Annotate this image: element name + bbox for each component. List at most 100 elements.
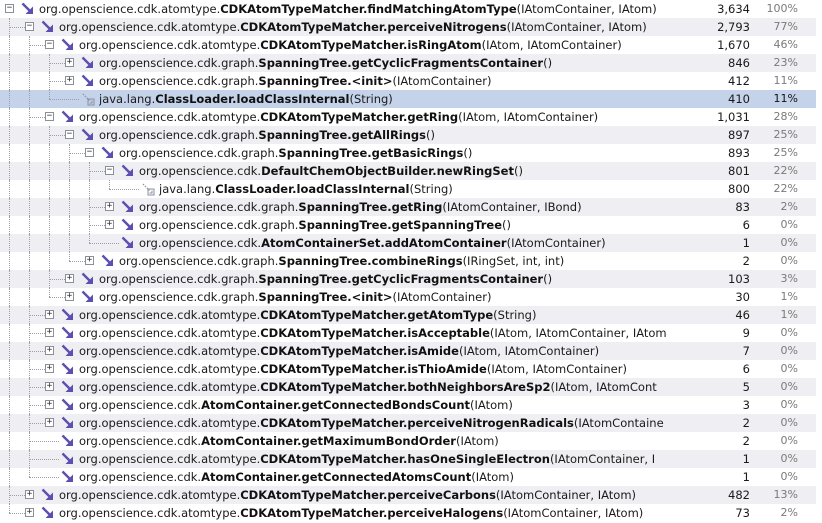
collapse-toggle[interactable]: − <box>65 130 74 139</box>
expand-toggle[interactable]: + <box>65 58 74 67</box>
collapse-toggle[interactable]: − <box>25 22 34 31</box>
tree-row[interactable]: org.openscience.cdk.AtomContainer.getMax… <box>0 432 822 450</box>
tree-row[interactable]: − org.openscience.cdk.graph.SpanningTree.… <box>0 126 822 144</box>
call-arrow-icon <box>61 344 75 358</box>
method-signature: (IAtom) <box>470 398 513 412</box>
tree-row[interactable]: − org.openscience.cdk.atomtype.CDKAtomTyp… <box>0 0 822 18</box>
package-name: org.openscience.cdk.atomtype. <box>79 326 261 340</box>
tree-guide-line <box>29 198 30 216</box>
tree-row[interactable]: + org.openscience.cdk.atomtype.CDKAtomTyp… <box>0 378 822 396</box>
tree-guide-line <box>29 315 45 316</box>
method-name: SpanningTree.<init> <box>258 74 393 88</box>
call-arrow-icon <box>41 506 55 520</box>
tree-row[interactable]: + org.openscience.cdk.AtomContainer.getCo… <box>0 396 822 414</box>
tree-guide-line <box>49 81 65 82</box>
expand-toggle[interactable]: + <box>25 508 34 517</box>
expand-toggle[interactable]: + <box>45 346 54 355</box>
package-name: org.openscience.cdk.atomtype. <box>59 488 241 502</box>
tree-row[interactable]: org.openscience.cdk.atomtype.CDKAtomType… <box>0 450 822 468</box>
method-name: SpanningTree.getBasicRings <box>278 146 464 160</box>
tree-row[interactable]: org.openscience.cdk.AtomContainer.getCon… <box>0 468 822 486</box>
expand-toggle[interactable]: + <box>65 76 74 85</box>
tree-row[interactable]: − org.openscience.cdk.DefaultChemObjectBu… <box>0 162 822 180</box>
method-name: CDKAtomTypeMatcher.perceiveHalogens <box>240 506 504 520</box>
tree-guide-line <box>9 513 25 514</box>
method-label: java.lang.ClassLoader.loadClassInternal(… <box>99 90 680 108</box>
tree-row[interactable]: + org.openscience.cdk.graph.SpanningTree.… <box>0 270 822 288</box>
tree-row[interactable]: + org.openscience.cdk.graph.SpanningTree.… <box>0 72 822 90</box>
expand-toggle[interactable]: + <box>45 418 54 427</box>
collapse-toggle[interactable]: − <box>45 40 54 49</box>
tree-guide-line <box>9 270 10 288</box>
tree-guide-line <box>9 306 10 324</box>
percentage: 3% <box>780 272 798 285</box>
tree-guide-line <box>9 126 10 144</box>
method-signature: () <box>513 164 523 178</box>
invocation-count: 7 <box>742 344 750 358</box>
invocation-count: 412 <box>728 74 750 88</box>
tree-row[interactable]: java.lang.ClassLoader.loadClassInternal(… <box>0 180 822 198</box>
expand-toggle[interactable]: + <box>85 256 94 265</box>
tree-guide-line <box>9 414 10 432</box>
tree-row[interactable]: + org.openscience.cdk.graph.SpanningTree.… <box>0 216 822 234</box>
tree-guide-line <box>29 54 30 72</box>
expand-toggle[interactable]: + <box>45 364 54 373</box>
method-signature: (IAtomContainer, IAtom) <box>503 506 644 520</box>
tree-guide-line <box>9 342 10 360</box>
expand-toggle[interactable]: + <box>105 202 114 211</box>
tree-row[interactable]: − org.openscience.cdk.atomtype.CDKAtomTyp… <box>0 108 822 126</box>
tree-guide-line <box>29 423 45 424</box>
expand-toggle[interactable]: + <box>65 292 74 301</box>
method-name: CDKAtomTypeMatcher.perceiveNitrogenRadic… <box>260 416 574 430</box>
tree-row[interactable]: + org.openscience.cdk.atomtype.CDKAtomTyp… <box>0 306 822 324</box>
call-arrow-icon <box>121 218 135 232</box>
method-name: ClassLoader.loadClassInternal <box>155 92 350 106</box>
tree-row[interactable]: − org.openscience.cdk.atomtype.CDKAtomTyp… <box>0 36 822 54</box>
collapse-toggle[interactable]: − <box>85 148 94 157</box>
tree-row[interactable]: + org.openscience.cdk.graph.SpanningTree.… <box>0 252 822 270</box>
expand-toggle[interactable]: + <box>105 220 114 229</box>
tree-row[interactable]: + org.openscience.cdk.graph.SpanningTree.… <box>0 198 822 216</box>
tree-row[interactable]: + org.openscience.cdk.atomtype.CDKAtomTyp… <box>0 324 822 342</box>
tree-guide-line <box>69 261 85 262</box>
method-name: SpanningTree.getRing <box>298 200 443 214</box>
invocation-count: 6 <box>742 362 750 376</box>
percentage: 0% <box>780 236 798 249</box>
expand-toggle[interactable]: + <box>45 328 54 337</box>
tree-row[interactable]: + org.openscience.cdk.graph.SpanningTree.… <box>0 54 822 72</box>
percentage: 0% <box>780 434 798 447</box>
tree-row[interactable]: + org.openscience.cdk.atomtype.CDKAtomTyp… <box>0 414 822 432</box>
tree-row[interactable]: + org.openscience.cdk.atomtype.CDKAtomTyp… <box>0 342 822 360</box>
call-arrow-icon <box>81 128 95 142</box>
call-arrow-icon <box>61 326 75 340</box>
tree-row[interactable]: − org.openscience.cdk.atomtype.CDKAtomTyp… <box>0 18 822 36</box>
package-name: org.openscience.cdk.atomtype. <box>59 506 241 520</box>
collapse-toggle[interactable]: − <box>5 4 14 13</box>
tree-row[interactable]: + org.openscience.cdk.graph.SpanningTree.… <box>0 288 822 306</box>
collapse-toggle[interactable]: − <box>105 166 114 175</box>
expand-toggle[interactable]: + <box>65 274 74 283</box>
package-name: org.openscience.cdk.atomtype. <box>79 110 261 124</box>
expand-toggle[interactable]: + <box>45 382 54 391</box>
expand-toggle[interactable]: + <box>45 400 54 409</box>
tree-row[interactable]: + org.openscience.cdk.atomtype.CDKAtomTyp… <box>0 360 822 378</box>
tree-guide-line <box>29 459 59 460</box>
scrollbar-track[interactable] <box>816 0 822 522</box>
method-label: org.openscience.cdk.atomtype.CDKAtomType… <box>59 18 680 36</box>
tree-guide-line <box>9 144 10 162</box>
tree-guide-line <box>9 90 10 108</box>
call-arrow-icon <box>41 20 55 34</box>
tree-row[interactable]: org.openscience.cdk.AtomContainerSet.add… <box>0 234 822 252</box>
percentage: 25% <box>773 128 798 141</box>
expand-toggle[interactable]: + <box>45 310 54 319</box>
tree-guide-line <box>29 468 30 477</box>
tree-row[interactable]: + org.openscience.cdk.atomtype.CDKAtomTyp… <box>0 504 822 522</box>
tree-row[interactable]: + org.openscience.cdk.atomtype.CDKAtomTyp… <box>0 486 822 504</box>
tree-row[interactable]: java.lang.ClassLoader.loadClassInternal(… <box>0 90 822 108</box>
package-name: org.openscience.cdk.graph. <box>99 128 259 142</box>
expand-toggle[interactable]: + <box>25 490 34 499</box>
tree-row[interactable]: − org.openscience.cdk.graph.SpanningTree.… <box>0 144 822 162</box>
collapse-toggle[interactable]: − <box>45 112 54 121</box>
tree-guide-line <box>109 180 110 189</box>
invocation-count: 1 <box>742 236 750 250</box>
